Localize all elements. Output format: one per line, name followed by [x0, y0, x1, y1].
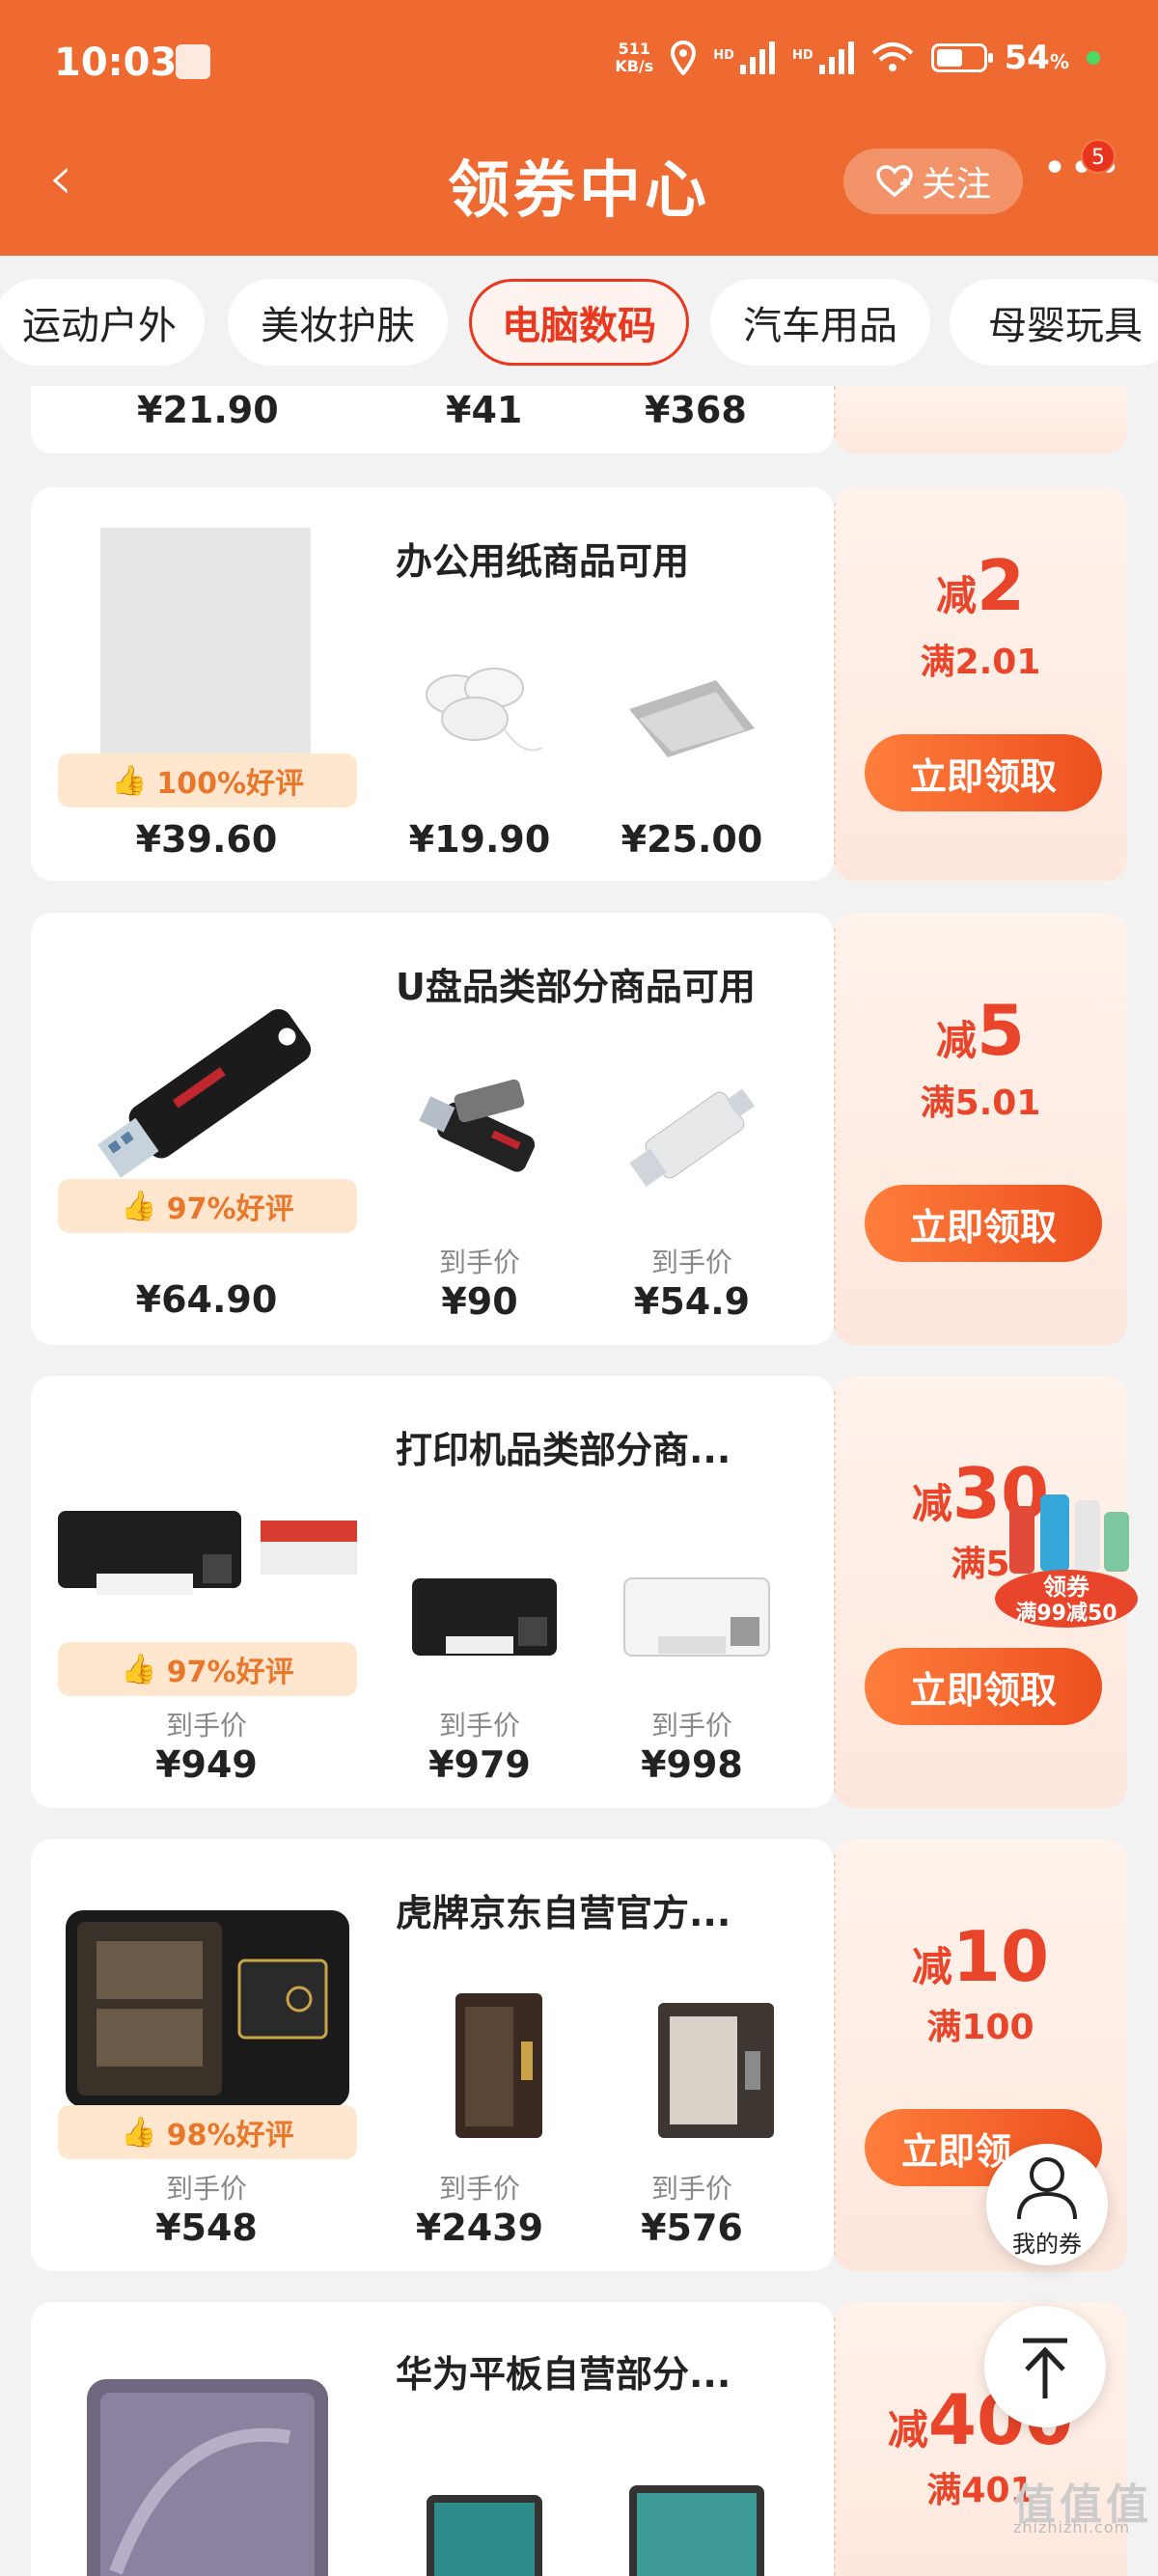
- coupon-card[interactable]: 👍 97%好评 ¥64.90 U盘品类部分商品可用 到手价 ¥90 到手价 ¥54.9: [31, 913, 834, 1345]
- battery-icon: [930, 43, 993, 72]
- product-thumb-safe-2[interactable]: [629, 1984, 793, 2148]
- discount-condition: 满2.01: [920, 643, 1041, 682]
- net-speed: 511 KB/s: [615, 40, 654, 75]
- watermark-text: zhizhizhi.com: [1013, 2518, 1131, 2536]
- main-price: 到手价 ¥949: [155, 1710, 258, 1786]
- discount-condition: 满100: [926, 2008, 1034, 2047]
- coupon-side-partial: [834, 386, 1127, 453]
- claim-button[interactable]: 立即领取: [865, 1185, 1102, 1262]
- product-thumb-tablet-1[interactable]: [398, 2476, 562, 2576]
- product-price: ¥368: [645, 389, 747, 431]
- app-notification-icon: [176, 44, 210, 79]
- arrow-up-icon: [1023, 2338, 1067, 2398]
- thumb-price: 到手价 ¥576: [641, 2173, 743, 2249]
- coupon-value-panel: 减2 满2.01 立即领取: [834, 487, 1127, 881]
- coupon-value-panel: 减5 满5.01 立即领取: [834, 913, 1127, 1345]
- claim-button[interactable]: 立即领取: [865, 1648, 1102, 1725]
- coupon-card[interactable]: 华为平板自营部分...: [31, 2302, 834, 2576]
- charging-dot: [1087, 51, 1100, 65]
- tab-auto[interactable]: 汽车用品: [710, 279, 930, 366]
- coupon-card-partial[interactable]: ¥21.90 ¥41 ¥368: [31, 386, 834, 453]
- product-price: ¥21.90: [137, 389, 279, 431]
- tab-computer-digital[interactable]: 电脑数码: [469, 279, 689, 366]
- thumb-price: 到手价 ¥979: [428, 1710, 531, 1786]
- product-image[interactable]: [58, 971, 357, 1212]
- product-image[interactable]: [58, 1472, 357, 1636]
- product-image[interactable]: [58, 1903, 357, 2115]
- user-icon: [1017, 2157, 1077, 2220]
- status-right: 511 KB/s HD HD 54%: [615, 39, 1100, 77]
- thumb-price: 到手价 ¥2439: [415, 2173, 544, 2249]
- coupon-card[interactable]: 👍 100%好评 ¥39.60 办公用纸商品可用 ¥19.90 ¥25.00: [31, 487, 834, 881]
- thumb-price: 到手价 ¥54.9: [633, 1247, 751, 1323]
- main-price: 到手价 ¥548: [155, 2173, 258, 2249]
- product-image[interactable]: [100, 528, 311, 788]
- main-price: ¥64.90: [135, 1278, 278, 1321]
- product-thumb-safe-1[interactable]: [417, 1984, 581, 2148]
- my-coupons-button[interactable]: 我的券: [986, 2144, 1108, 2265]
- back-to-top-button[interactable]: [984, 2306, 1106, 2427]
- tab-beauty[interactable]: 美妆护肤: [228, 279, 448, 366]
- product-price: ¥41: [446, 389, 523, 431]
- discount-amount: 减2: [935, 545, 1026, 626]
- claim-button[interactable]: 立即领取: [865, 734, 1102, 811]
- promo-sticker[interactable]: 领券 满99减50: [994, 1491, 1139, 1635]
- tab-sports[interactable]: 运动户外: [0, 279, 205, 366]
- product-thumb-cotton[interactable]: [398, 642, 562, 806]
- main-price: ¥39.60: [135, 818, 278, 861]
- follow-button[interactable]: 关注: [843, 149, 1023, 214]
- location-icon: [671, 41, 697, 75]
- heart-plus-icon: [876, 165, 913, 198]
- coupon-title: 打印机品类部分商...: [396, 1429, 731, 1471]
- thumbs-up-icon: 👍: [121, 1189, 157, 1223]
- product-thumb-usb-2[interactable]: [610, 1057, 774, 1221]
- wifi-icon: [871, 42, 913, 71]
- thumbs-up-icon: 👍: [121, 1652, 157, 1686]
- category-tabs: 运动户外 美妆护肤 电脑数码 汽车用品 母婴玩具: [0, 256, 1158, 386]
- coupon-title: 虎牌京东自营官方...: [396, 1892, 731, 1934]
- battery-percent: 54%: [1004, 39, 1069, 77]
- discount-condition: 满5.01: [920, 1083, 1041, 1123]
- thumb-price: ¥25.00: [620, 818, 763, 861]
- header: 10:03 511 KB/s HD HD 54% ‹ 领券中心 关注 ••• 5: [0, 0, 1158, 256]
- rating-badge: 👍 100%好评: [58, 754, 357, 808]
- thumb-price: 到手价 ¥90: [438, 1247, 520, 1323]
- thumbs-up-icon: 👍: [121, 2115, 157, 2150]
- signal-1-icon: HD: [713, 41, 775, 74]
- thumb-price: 到手价 ¥998: [641, 1710, 743, 1786]
- thumbs-up-icon: 👍: [110, 763, 148, 798]
- my-coupons-label: 我的券: [1012, 2231, 1082, 2258]
- follow-label: 关注: [921, 165, 991, 205]
- promo-line2: 满99减50: [1015, 1601, 1117, 1626]
- discount-amount: 减5: [935, 990, 1026, 1071]
- coupon-title: 办公用纸商品可用: [396, 540, 690, 583]
- coupon-card[interactable]: 👍 97%好评 到手价 ¥949 打印机品类部分商... 到手价 ¥979 到手价 ¥9…: [31, 1376, 834, 1808]
- coupon-card[interactable]: 👍 98%好评 到手价 ¥548 虎牌京东自营官方... 到手价 ¥2439 到手价 ¥…: [31, 1839, 834, 2271]
- promo-line1: 领券: [1043, 1574, 1090, 1601]
- product-image[interactable]: [58, 2379, 357, 2576]
- status-bar: 10:03 511 KB/s HD HD 54%: [0, 0, 1158, 130]
- thumb-price: ¥19.90: [408, 818, 551, 861]
- discount-amount: 减10: [911, 1916, 1050, 1997]
- status-time: 10:03: [54, 41, 178, 85]
- signal-2-icon: HD: [792, 41, 854, 74]
- product-thumb-printer-white[interactable]: [610, 1549, 774, 1713]
- product-thumb-usb-1[interactable]: [398, 1057, 562, 1221]
- coupon-title: 华为平板自营部分...: [396, 2353, 731, 2396]
- product-thumb-film[interactable]: [610, 642, 774, 806]
- tab-baby-toys[interactable]: 母婴玩具: [950, 279, 1158, 366]
- rating-badge: 👍 97%好评: [58, 1179, 357, 1233]
- rating-badge: 👍 97%好评: [58, 1642, 357, 1696]
- product-thumb-printer-black[interactable]: [398, 1549, 562, 1713]
- notification-badge: 5: [1081, 139, 1116, 174]
- product-thumb-tablet-2[interactable]: [610, 2476, 774, 2576]
- rating-badge: 👍 98%好评: [58, 2105, 357, 2159]
- coupon-title: U盘品类部分商品可用: [396, 966, 756, 1008]
